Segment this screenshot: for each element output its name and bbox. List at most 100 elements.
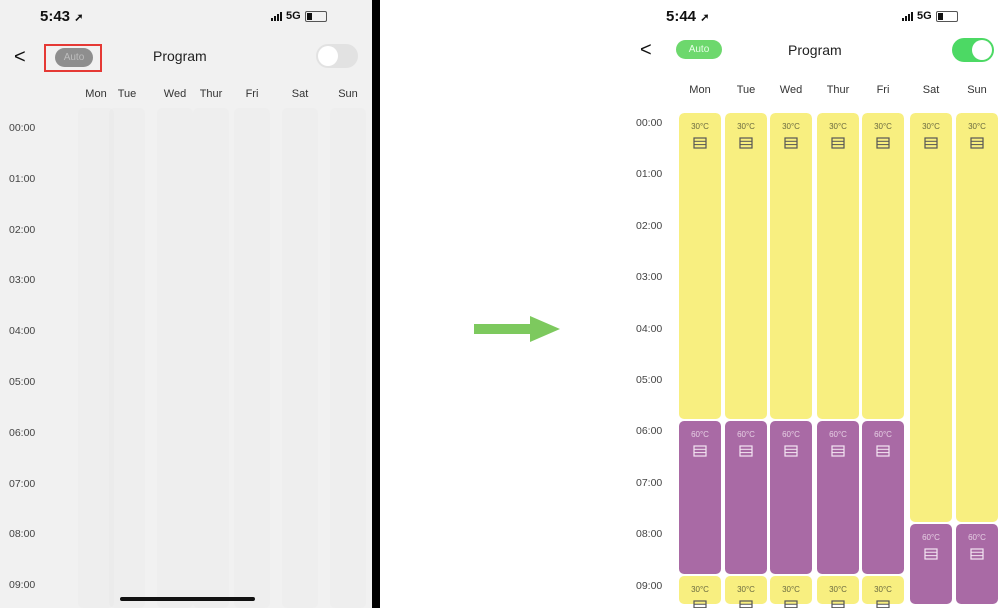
schedule-column-sat[interactable]: [282, 108, 318, 608]
time-label: 07:00: [9, 477, 36, 490]
schedule-column-thur[interactable]: [193, 108, 229, 608]
schedule-block[interactable]: 60°C: [679, 421, 721, 574]
left-screen: 5:43 ➚ 5G < Auto Program Mon Tue Wed Thur Fr…: [0, 0, 372, 608]
schedule-column-tue[interactable]: [109, 108, 145, 608]
day-label-fri: Fri: [245, 88, 259, 100]
time-label: 02:00: [9, 223, 36, 236]
heater-icon: [739, 599, 753, 608]
schedule-column-tue[interactable]: 30°C 60°C 30°C: [725, 113, 767, 608]
block-temperature: 30°C: [782, 584, 800, 594]
schedule-column-sat[interactable]: 30°C 60°C: [910, 113, 952, 608]
time-label: 03:00: [636, 271, 663, 284]
time-label: 07:00: [636, 476, 663, 489]
schedule-column-fri[interactable]: 30°C 60°C 30°C: [862, 113, 904, 608]
heater-icon: [831, 599, 845, 608]
schedule-block[interactable]: 30°C: [679, 575, 721, 608]
schedule-block[interactable]: 30°C: [817, 113, 859, 420]
schedule-block[interactable]: 30°C: [725, 575, 767, 608]
time-label: 09:00: [9, 579, 36, 592]
block-temperature: 60°C: [737, 430, 755, 440]
battery-icon: [304, 10, 327, 22]
program-toggle[interactable]: [952, 38, 994, 62]
block-temperature: 60°C: [922, 533, 940, 543]
day-label-thur: Thur: [199, 88, 223, 100]
heater-icon: [924, 548, 938, 560]
heater-icon: [876, 137, 890, 149]
status-indicators: 5G: [902, 10, 958, 22]
day-label-sat: Sat: [291, 88, 309, 100]
schedule-column-mon[interactable]: 30°C 60°C 30°C: [679, 113, 721, 608]
status-indicators: 5G: [271, 10, 327, 22]
block-temperature: 60°C: [874, 430, 892, 440]
auto-button[interactable]: Auto: [676, 40, 722, 59]
day-label-tue: Tue: [736, 84, 756, 96]
block-temperature: 60°C: [782, 430, 800, 440]
time-label: 06:00: [9, 426, 36, 439]
heater-icon: [693, 137, 707, 149]
schedule-column-wed[interactable]: [157, 108, 193, 608]
page-title: Program: [788, 42, 842, 58]
schedule-block[interactable]: 30°C: [862, 113, 904, 420]
network-label: 5G: [917, 10, 932, 22]
time-label: 04:00: [636, 322, 663, 335]
schedule-column-thur[interactable]: 30°C 60°C 30°C: [817, 113, 859, 608]
schedule-block[interactable]: 60°C: [817, 421, 859, 574]
schedule-block[interactable]: 60°C: [910, 524, 952, 605]
heater-icon: [876, 599, 890, 608]
time-label: 08:00: [9, 528, 36, 541]
back-button[interactable]: <: [14, 47, 26, 67]
day-label-wed: Wed: [779, 84, 803, 96]
schedule-block[interactable]: 30°C: [862, 575, 904, 608]
block-temperature: 30°C: [691, 122, 709, 131]
time-label: 09:00: [636, 579, 663, 592]
signal-icon: [902, 11, 913, 21]
time-label: 05:00: [9, 376, 36, 388]
right-screen: 5:44 ➚ 5G < Auto Program Mon Tue Wed Thur Fr…: [628, 0, 998, 608]
schedule-block[interactable]: 60°C: [956, 524, 998, 605]
back-button[interactable]: <: [640, 40, 652, 60]
time-label: 02:00: [636, 219, 663, 232]
heater-icon: [876, 445, 890, 457]
status-time-text: 5:43: [40, 8, 71, 25]
schedule-block[interactable]: 30°C: [817, 575, 859, 608]
program-toggle[interactable]: [316, 44, 358, 68]
block-temperature: 60°C: [968, 533, 986, 543]
signal-icon: [271, 11, 282, 21]
block-temperature: 60°C: [691, 430, 709, 440]
schedule-column-wed[interactable]: 30°C 60°C 30°C: [770, 113, 812, 608]
network-label: 5G: [286, 10, 301, 22]
time-label: 08:00: [636, 528, 663, 541]
schedule-block[interactable]: 60°C: [725, 421, 767, 574]
schedule-block[interactable]: 30°C: [910, 113, 952, 523]
battery-icon: [935, 10, 958, 22]
schedule-block[interactable]: 60°C: [770, 421, 812, 574]
heater-icon: [739, 137, 753, 149]
schedule-column-fri[interactable]: [234, 108, 270, 608]
time-label: 06:00: [636, 425, 663, 438]
heater-icon: [784, 599, 798, 608]
status-time: 5:44 ➚: [666, 8, 709, 25]
heater-icon: [693, 599, 707, 608]
day-label-mon: Mon: [689, 84, 711, 96]
day-label-fri: Fri: [876, 84, 890, 96]
block-temperature: 60°C: [829, 430, 847, 440]
schedule-block[interactable]: 30°C: [770, 575, 812, 608]
schedule-column-sun[interactable]: 30°C 60°C: [956, 113, 998, 608]
block-temperature: 30°C: [874, 584, 892, 594]
home-indicator[interactable]: [120, 597, 255, 601]
schedule-block[interactable]: 30°C: [725, 113, 767, 420]
location-arrow-icon: ➚: [700, 12, 710, 24]
block-temperature: 30°C: [922, 122, 940, 131]
schedule-block[interactable]: 30°C: [770, 113, 812, 420]
day-label-sun: Sun: [338, 88, 358, 100]
schedule-column-sun[interactable]: [330, 108, 366, 608]
schedule-block[interactable]: 60°C: [862, 421, 904, 574]
block-temperature: 30°C: [829, 584, 847, 594]
schedule-block[interactable]: 30°C: [956, 113, 998, 523]
schedule-block[interactable]: 30°C: [679, 113, 721, 420]
day-label-thur: Thur: [826, 84, 850, 96]
block-temperature: 30°C: [691, 584, 709, 594]
status-time-text: 5:44: [666, 8, 697, 25]
location-arrow-icon: ➚: [74, 12, 84, 24]
status-time: 5:43 ➚: [40, 8, 83, 25]
